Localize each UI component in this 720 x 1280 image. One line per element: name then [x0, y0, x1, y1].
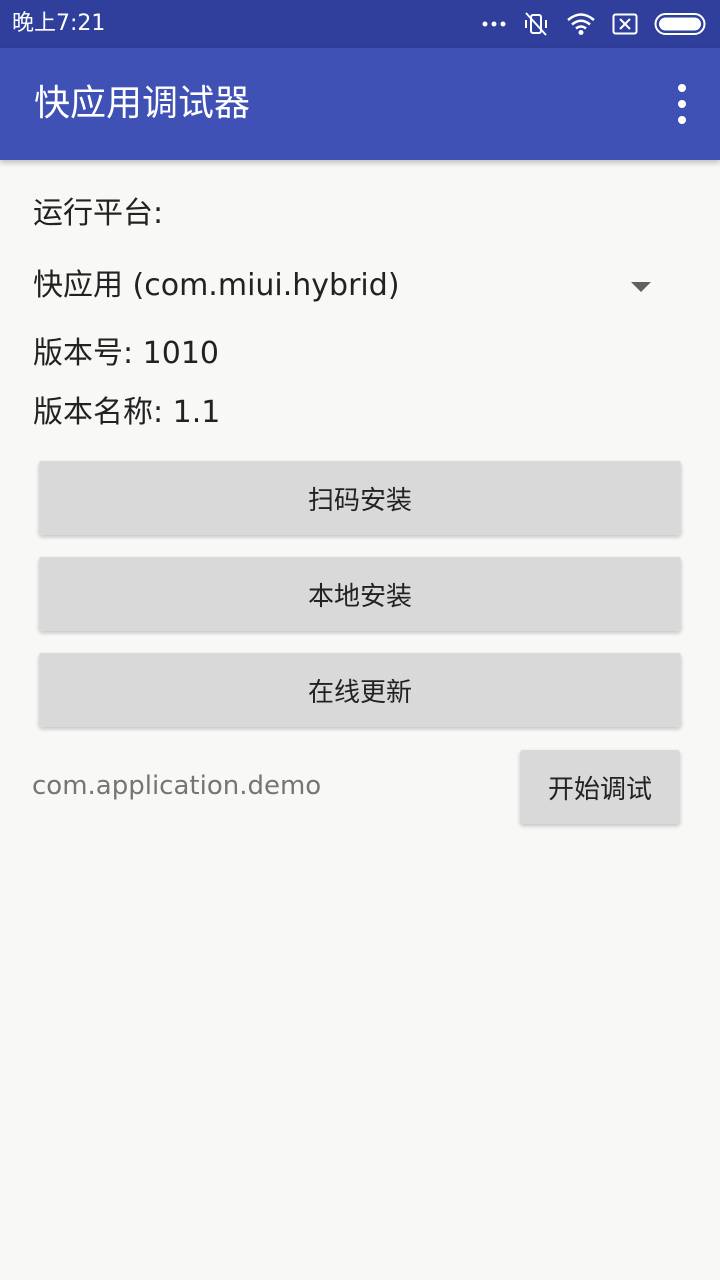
- status-time: 晚上7:21: [12, 11, 106, 36]
- platform-label: 运行平台:: [33, 196, 164, 231]
- app-title: 快应用调试器: [34, 83, 251, 124]
- overflow-menu-icon[interactable]: [672, 84, 692, 124]
- version-name: 版本名称: 1.1: [33, 395, 221, 430]
- platform-spinner[interactable]: 快应用 (com.miui.hybrid): [33, 264, 663, 308]
- more-dots-icon: [482, 20, 506, 28]
- version-code: 版本号: 1010: [33, 336, 219, 371]
- platform-selected: 快应用 (com.miui.hybrid): [33, 268, 400, 303]
- local-install-button[interactable]: 本地安装: [39, 557, 681, 631]
- status-icons: [482, 8, 708, 40]
- package-name-input[interactable]: com.application.demo: [32, 768, 321, 804]
- vibrate-off-icon: [522, 10, 550, 38]
- status-bar: 晚上7:21: [0, 0, 720, 48]
- wifi-icon: [566, 12, 596, 36]
- online-update-button[interactable]: 在线更新: [39, 653, 681, 727]
- scan-install-button[interactable]: 扫码安装: [39, 461, 681, 535]
- start-debug-button[interactable]: 开始调试: [520, 750, 680, 824]
- sim-x-icon: [612, 13, 638, 35]
- battery-icon: [654, 12, 708, 36]
- dropdown-arrow-icon: [631, 282, 651, 292]
- app-bar: 快应用调试器: [0, 48, 720, 160]
